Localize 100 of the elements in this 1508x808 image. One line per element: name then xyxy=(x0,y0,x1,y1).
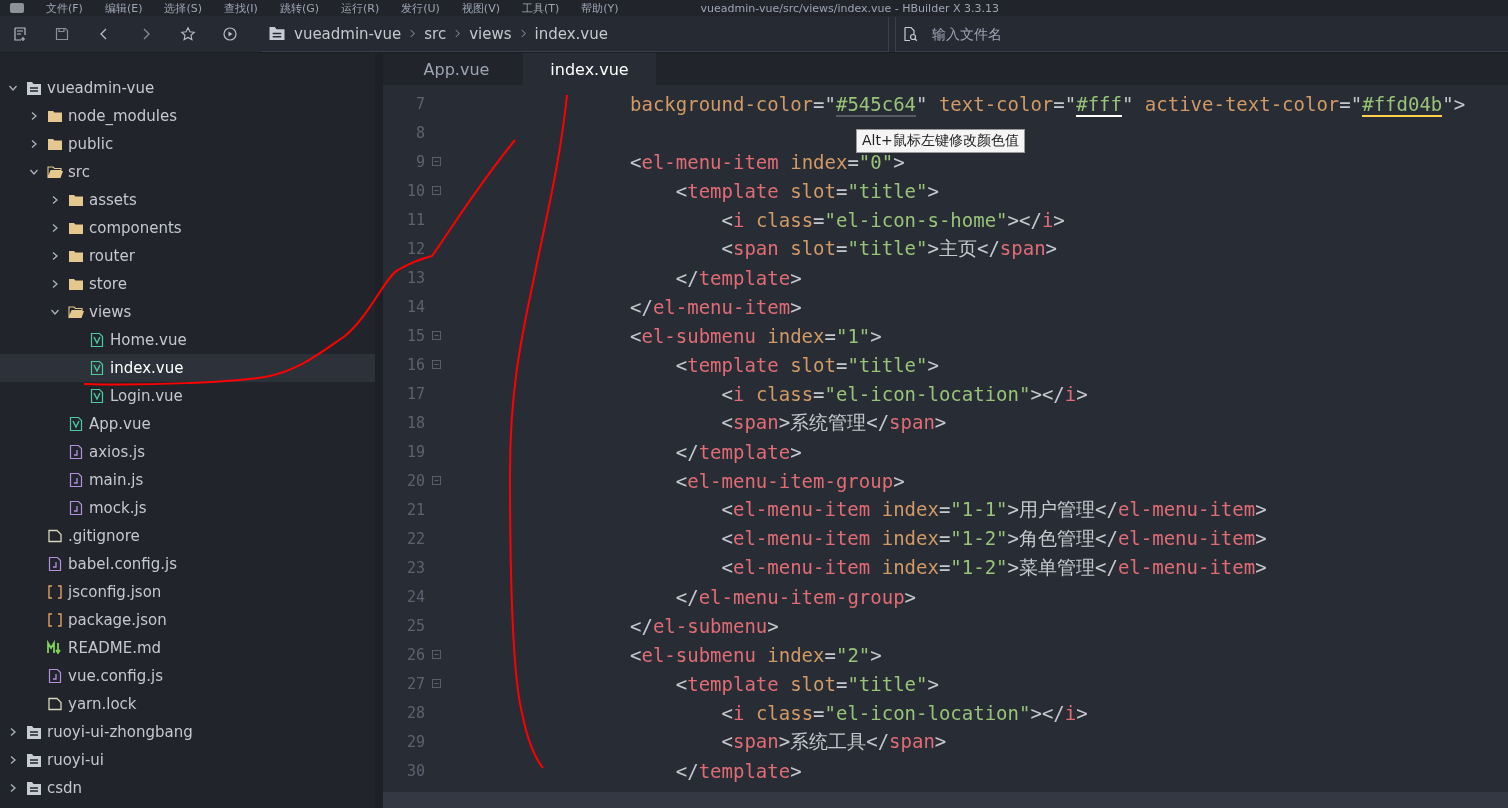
window-title: vueadmin-vue/src/views/index.vue - HBuilder X 3.3.13 xyxy=(700,1,999,15)
file-tree-item[interactable]: .gitignore xyxy=(0,522,375,550)
file-tree-item[interactable]: mock.js xyxy=(0,494,375,522)
js-file-icon xyxy=(68,472,84,488)
vue-file-icon xyxy=(89,388,105,404)
line-number: 14 xyxy=(405,297,425,316)
line-number: 16 xyxy=(405,355,425,374)
file-tree-item[interactable]: assets xyxy=(0,186,375,214)
chevron-right-icon[interactable] xyxy=(8,783,18,793)
line-number: 17 xyxy=(405,384,425,403)
file-tree-item[interactable]: README.md xyxy=(0,634,375,662)
menu-item[interactable]: 跳转(G) xyxy=(279,0,319,16)
horizontal-scrollbar[interactable] xyxy=(383,792,1508,808)
file-tree-item[interactable]: vue.config.js xyxy=(0,662,375,690)
line-number: 7 xyxy=(414,94,425,113)
code-line: <template slot="title"> xyxy=(674,353,939,376)
code-line: background-color="#545c64" text-color="#fff" active-text-color="#ffd04b"> xyxy=(629,92,1466,115)
code-line: </template> xyxy=(674,440,802,463)
code-line: <el-menu-item index="0"> xyxy=(629,150,905,173)
file-tree-item[interactable]: Login.vue xyxy=(0,382,375,410)
file-tree-item[interactable]: package.json xyxy=(0,606,375,634)
vue-file-icon xyxy=(89,360,105,376)
line-number: 30 xyxy=(405,761,425,780)
file-tree-item[interactable]: csdn xyxy=(0,774,375,802)
file-tree-item[interactable]: router xyxy=(0,242,375,270)
menu-item[interactable]: 文件(F) xyxy=(46,0,83,16)
line-number: 26 xyxy=(405,645,425,664)
chevron-right-icon[interactable] xyxy=(29,111,39,121)
save-icon[interactable] xyxy=(54,26,70,42)
breadcrumb-item[interactable]: vueadmin-vue xyxy=(294,24,402,43)
chevron-right-icon[interactable] xyxy=(8,727,18,737)
file-tree-item[interactable]: index.vue xyxy=(0,354,375,382)
new-file-icon[interactable] xyxy=(12,26,28,42)
chevron-right-icon[interactable] xyxy=(8,755,18,765)
line-number: 15 xyxy=(405,326,425,345)
file-tree-item[interactable]: store xyxy=(0,270,375,298)
file-tree-item[interactable]: node_modules xyxy=(0,102,375,130)
code-line: </el-menu-item-group> xyxy=(674,585,917,608)
project-icon xyxy=(268,26,286,41)
file-tree-item[interactable]: babel.config.js xyxy=(0,550,375,578)
file-tree-item[interactable]: axios.js xyxy=(0,438,375,466)
code-line: <i class="el-icon-location"></i> xyxy=(720,382,1088,405)
line-number: 27 xyxy=(405,674,425,693)
run-icon[interactable] xyxy=(222,26,238,42)
file-tree-item[interactable]: jsconfig.json xyxy=(0,578,375,606)
star-icon[interactable] xyxy=(180,26,196,42)
file-search-field[interactable]: 输入文件名 xyxy=(930,24,1234,43)
folder-icon xyxy=(47,108,63,124)
js-file-icon xyxy=(68,444,84,460)
file-tree-item[interactable]: components xyxy=(0,214,375,242)
line-number: 22 xyxy=(405,529,425,548)
file-tree-item[interactable]: App.vue xyxy=(0,410,375,438)
breadcrumb-item[interactable]: src xyxy=(424,24,447,43)
folder-icon xyxy=(68,192,84,208)
editor-tab[interactable]: index.vue xyxy=(523,53,656,85)
file-icon xyxy=(47,696,63,712)
chevron-right-icon[interactable] xyxy=(50,279,60,289)
menu-item[interactable]: 运行(R) xyxy=(341,0,380,16)
menu-item[interactable]: 查找(I) xyxy=(224,0,258,16)
chevron-down-icon[interactable] xyxy=(50,307,60,317)
file-icon xyxy=(47,528,63,544)
breadcrumb-item[interactable]: index.vue xyxy=(534,24,608,43)
open-folder-icon xyxy=(68,304,84,320)
file-tree-item[interactable]: yarn.lock xyxy=(0,690,375,718)
folder-icon xyxy=(47,136,63,152)
line-number: 25 xyxy=(405,616,425,635)
menu-item[interactable]: 帮助(Y) xyxy=(581,0,619,16)
menu-item[interactable]: 选择(S) xyxy=(164,0,203,16)
chevron-right-icon[interactable] xyxy=(50,251,60,261)
file-tree-item[interactable]: ruoyi-ui xyxy=(0,746,375,774)
js-file-icon xyxy=(68,500,84,516)
code-line: <template slot="title"> xyxy=(674,672,939,695)
code-line: <i class="el-icon-s-home"></i> xyxy=(720,208,1065,231)
chevron-down-icon[interactable] xyxy=(8,83,18,93)
chevron-right-icon[interactable] xyxy=(50,223,60,233)
file-tree-item[interactable]: src xyxy=(0,158,375,186)
vue-file-icon xyxy=(89,332,105,348)
chevron-down-icon[interactable] xyxy=(29,167,39,177)
breadcrumb-item[interactable]: views xyxy=(469,24,512,43)
menu-item[interactable]: 编辑(E) xyxy=(104,0,143,16)
chevron-icon xyxy=(519,28,527,39)
file-tree-item[interactable]: views xyxy=(0,298,375,326)
chevron-right-icon[interactable] xyxy=(50,195,60,205)
file-tree-item[interactable]: ruoyi-ui-zhongbang xyxy=(0,718,375,746)
project-icon xyxy=(26,724,42,740)
chevron-icon xyxy=(454,28,462,39)
menu-item[interactable]: 工具(T) xyxy=(521,0,560,16)
line-number: 23 xyxy=(405,558,425,577)
line-number: 8 xyxy=(414,123,425,142)
file-tree-item[interactable]: public xyxy=(0,130,375,158)
line-number: 19 xyxy=(405,442,425,461)
file-tree-item[interactable]: main.js xyxy=(0,466,375,494)
menu-item[interactable]: 视图(V) xyxy=(461,0,500,16)
menu-item[interactable]: 发行(U) xyxy=(401,0,440,16)
app-logo-icon xyxy=(10,3,24,13)
file-tree-item[interactable]: Home.vue xyxy=(0,326,375,354)
chevron-right-icon[interactable] xyxy=(29,139,39,149)
line-number: 18 xyxy=(405,413,425,432)
file-tree-item[interactable]: vueadmin-vue xyxy=(0,74,375,102)
tooltip: Alt+鼠标左键修改颜色值 xyxy=(856,129,1025,153)
